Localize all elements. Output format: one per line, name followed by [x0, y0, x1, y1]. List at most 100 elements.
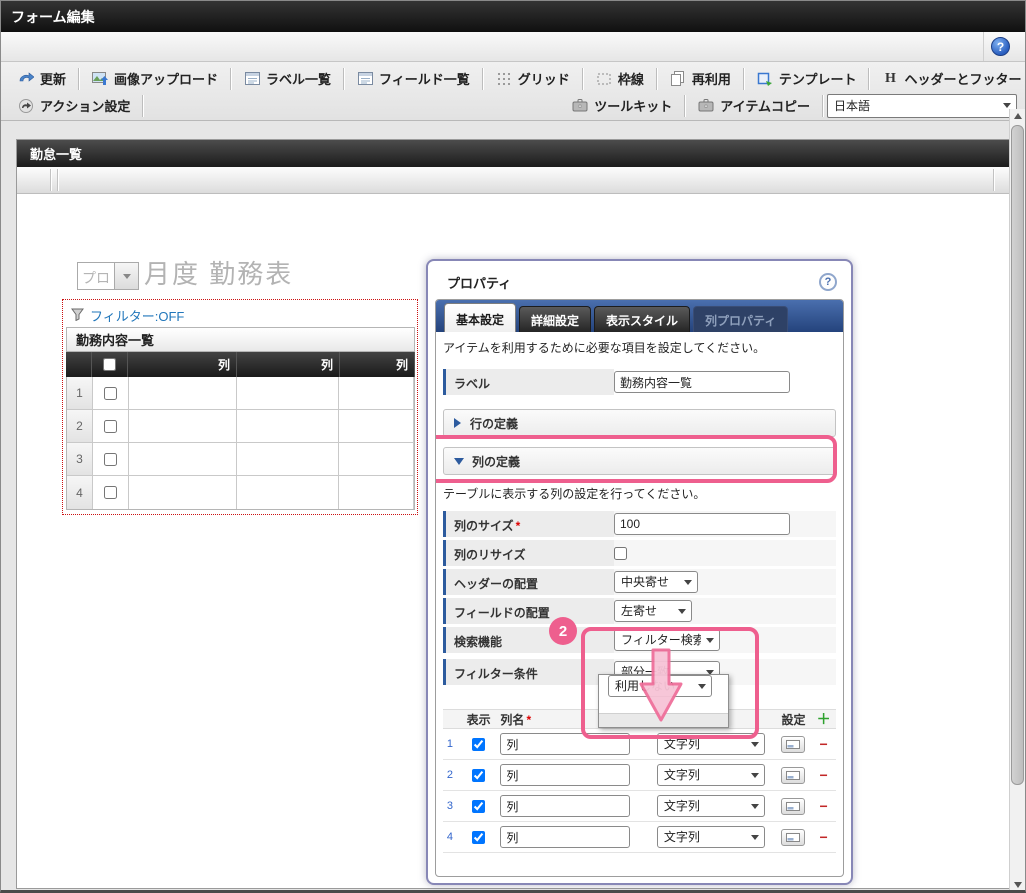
update-button[interactable]: 更新 — [9, 66, 75, 91]
search-function-select[interactable]: フィルター検索 — [614, 629, 720, 651]
header-footer-icon: H — [882, 71, 898, 87]
do-not-use-select[interactable]: 利用しない — [608, 675, 712, 697]
reuse-button[interactable]: 再利用 — [661, 66, 740, 91]
property-value: フィルター検索 — [614, 627, 836, 653]
combobox-dropdown-button[interactable] — [115, 262, 139, 290]
toolkit-button[interactable]: ツールキット — [563, 93, 681, 118]
remove-column-button[interactable]: − — [811, 767, 836, 783]
header-footer-button[interactable]: H ヘッダーとフッター — [873, 66, 1026, 91]
field-align-row: フィールドの配置 左寄せ — [443, 598, 836, 624]
column-name-input[interactable] — [500, 795, 630, 817]
image-upload-button[interactable]: 画像アップロード — [83, 66, 227, 91]
required-mark: * — [526, 713, 531, 727]
toolbar-separator — [868, 68, 870, 90]
tab-detail-settings[interactable]: 詳細設定 — [519, 306, 591, 332]
language-select[interactable]: 日本語 — [827, 94, 1017, 118]
row-checkbox-cell — [93, 443, 129, 475]
tab-column-properties[interactable]: 列プロパティ — [693, 306, 788, 332]
tab-display-style[interactable]: 表示スタイル — [594, 306, 690, 332]
column-name-input[interactable] — [500, 733, 630, 755]
empty-cell — [129, 377, 237, 409]
column-name-input[interactable] — [500, 764, 630, 786]
column-settings-button[interactable] — [781, 736, 805, 753]
template-button[interactable]: テンプレート — [748, 66, 866, 91]
column-type-select-control[interactable]: 文字列 — [657, 764, 765, 786]
column-type-select[interactable]: 文字列 — [657, 764, 765, 786]
column-type-select[interactable]: 文字列 — [657, 733, 765, 755]
item-copy-button[interactable]: アイテムコピー — [689, 93, 819, 118]
empty-cell — [339, 443, 414, 475]
add-column-button[interactable]: ＋ — [811, 709, 836, 729]
column-row: 4 文字列 − — [443, 822, 836, 853]
vertical-scrollbar[interactable] — [1009, 109, 1025, 892]
type-cell: 文字列 — [657, 764, 776, 786]
search-function-select-control[interactable]: フィルター検索 — [614, 629, 720, 651]
property-label: ラベル — [443, 369, 614, 395]
dialog-tab-bar: 基本設定 詳細設定 表示スタイル 列プロパティ — [436, 300, 843, 332]
filter-toggle-link[interactable]: フィルター:OFF — [71, 306, 184, 325]
header-align-select-control[interactable]: 中央寄せ — [614, 571, 698, 593]
column-visible-checkbox[interactable] — [472, 769, 485, 782]
column-name-input[interactable] — [500, 826, 630, 848]
visible-cell — [457, 831, 501, 844]
toolbar-button-label: 枠線 — [618, 69, 644, 88]
select-all-checkbox[interactable] — [103, 358, 116, 371]
column-definition-accordion[interactable]: 列の定義 1 — [443, 447, 836, 475]
expanded-arrow-icon — [454, 458, 464, 465]
help-button[interactable]: ? — [983, 32, 1017, 61]
row-checkbox[interactable] — [104, 486, 117, 499]
remove-column-button[interactable]: − — [811, 829, 836, 845]
header-align-row: ヘッダーの配置 中央寄せ — [443, 569, 836, 595]
column-type-select[interactable]: 文字列 — [657, 795, 765, 817]
properties-dialog: プロパティ ? 基本設定 詳細設定 表示スタイル 列プロパティ アイテムを利用す… — [426, 259, 853, 885]
toolbar-button-label: 画像アップロード — [114, 69, 218, 88]
column-settings-button[interactable] — [781, 767, 805, 784]
column-resize-checkbox[interactable] — [614, 547, 627, 560]
toolbar-separator — [743, 68, 745, 90]
row-checkbox[interactable] — [104, 453, 117, 466]
dialog-help-icon[interactable]: ? — [819, 273, 837, 291]
row-definition-accordion[interactable]: 行の定義 — [443, 409, 836, 437]
grid-button[interactable]: グリッド — [487, 66, 579, 91]
column-row: 3 文字列 − — [443, 791, 836, 822]
column-size-input[interactable] — [614, 513, 790, 535]
column-visible-checkbox[interactable] — [472, 831, 485, 844]
type-cell: 文字列 — [657, 795, 776, 817]
row-checkbox[interactable] — [104, 387, 117, 400]
toolbar-button-label: 再利用 — [692, 69, 731, 88]
field-align-select[interactable]: 左寄せ — [614, 600, 692, 622]
tab-basic-settings[interactable]: 基本設定 — [444, 303, 516, 332]
toolbar-button-label: アクション設定 — [40, 96, 130, 115]
column-settings-button[interactable] — [781, 798, 805, 815]
scroll-down-arrow[interactable] — [1010, 878, 1025, 892]
label-input[interactable] — [614, 371, 790, 393]
strip-divider — [50, 169, 52, 191]
border-button[interactable]: 枠線 — [587, 66, 653, 91]
field-align-select-control[interactable]: 左寄せ — [614, 600, 692, 622]
column-settings-button[interactable] — [781, 829, 805, 846]
row-checkbox[interactable] — [104, 420, 117, 433]
column-visible-checkbox[interactable] — [472, 800, 485, 813]
column-type-select-control[interactable]: 文字列 — [657, 795, 765, 817]
header-align-select[interactable]: 中央寄せ — [614, 571, 698, 593]
period-combobox[interactable]: プロ — [77, 262, 139, 290]
label-list-button[interactable]: ラベル一覧 — [235, 66, 340, 91]
empty-cell — [237, 410, 339, 442]
property-label: 検索機能 — [443, 627, 614, 653]
scrollbar-thumb[interactable] — [1011, 125, 1024, 785]
column-type-select-control[interactable]: 文字列 — [657, 826, 765, 848]
column-type-select[interactable]: 文字列 — [657, 826, 765, 848]
column-visible-checkbox[interactable] — [472, 738, 485, 751]
scroll-up-arrow[interactable] — [1010, 109, 1025, 123]
column-type-select-control[interactable]: 文字列 — [657, 733, 765, 755]
remove-column-button[interactable]: − — [811, 736, 836, 752]
language-select-control[interactable]: 日本語 — [827, 94, 1017, 118]
remove-column-button[interactable]: − — [811, 798, 836, 814]
property-label: 列のサイズ* — [443, 511, 614, 537]
field-list-button[interactable]: フィールド一覧 — [348, 66, 479, 91]
toolbar-separator — [482, 68, 484, 90]
selected-item-outline[interactable]: フィルター:OFF 勤務内容一覧 列 列 列 — [62, 299, 418, 515]
action-settings-button[interactable]: アクション設定 — [9, 93, 139, 118]
do-not-use-select-control[interactable]: 利用しない — [608, 675, 712, 697]
empty-cell — [339, 377, 414, 409]
